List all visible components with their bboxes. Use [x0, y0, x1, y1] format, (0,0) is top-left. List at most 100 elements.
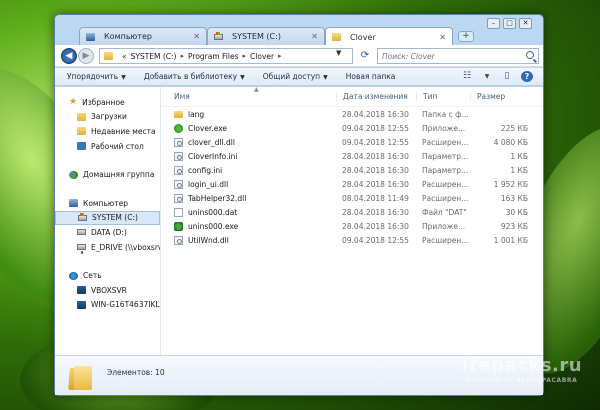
command-bar: Упорядочить ▼ Добавить в библиотеку ▼ Общи…	[55, 68, 543, 86]
network-drive-icon	[77, 244, 86, 255]
sidebar-item-vboxsvr[interactable]: VBOXSVR	[55, 283, 160, 298]
sidebar-item-downloads[interactable]: Загрузки	[55, 110, 160, 125]
chevron-down-icon[interactable]: ▼	[481, 71, 493, 82]
back-button[interactable]: ◀	[61, 48, 77, 64]
help-icon[interactable]: ?	[521, 71, 533, 82]
sidebar-label: SYSTEM (C:)	[92, 213, 138, 223]
file-row[interactable]: config.ini 28.04.2018 16:30 Параметр... 1 К…	[162, 163, 543, 177]
file-row[interactable]: unins000.dat 28.04.2018 16:30 Файл "DAT" 30…	[162, 206, 543, 220]
sidebar-network[interactable]: Сеть	[55, 268, 160, 283]
sidebar-item-data-d[interactable]: DATA (D:)	[55, 225, 160, 240]
column-header-type[interactable]: Тип	[416, 92, 470, 101]
close-icon[interactable]: ✕	[311, 32, 318, 41]
file-name-cell[interactable]: CloverInfo.ini	[162, 151, 336, 161]
search-input[interactable]	[382, 51, 522, 61]
file-date: 28.04.2018 16:30	[342, 109, 409, 119]
refresh-button[interactable]: ⟳	[358, 48, 372, 64]
file-size: 163 КБ	[500, 194, 528, 204]
file-row[interactable]: clover_dll.dll 09.04.2018 12:55 Расширен..…	[162, 135, 543, 149]
organize-button[interactable]: Упорядочить ▼	[67, 72, 126, 81]
chevron-right-icon[interactable]: ▸	[243, 52, 247, 60]
file-size: 1 952 КБ	[493, 180, 528, 190]
address-prefix[interactable]: «	[122, 52, 127, 61]
file-row[interactable]: login_ui.dll 28.04.2018 16:30 Расширен... 1…	[162, 177, 543, 191]
file-row[interactable]: Clover.exe 09.04.2018 12:55 Приложе... 225 …	[162, 121, 543, 135]
close-window-button[interactable]: ✕	[519, 18, 532, 29]
tab-system-c[interactable]: SYSTEM (C:) ✕	[207, 27, 325, 45]
sort-indicator-icon: ▲	[254, 86, 259, 93]
sidebar-item-recent-places[interactable]: Недавние места	[55, 124, 160, 139]
file-name-cell[interactable]: Clover.exe	[162, 123, 336, 133]
add-to-library-button[interactable]: Добавить в библиотеку ▼	[144, 72, 245, 81]
sidebar-computer[interactable]: Компьютер	[55, 196, 160, 211]
address-bar[interactable]: « SYSTEM (C:) ▸ Program Files ▸ Clover ▸	[99, 48, 353, 64]
file-name-cell[interactable]: UtilWnd.dll	[162, 236, 336, 246]
chevron-down-icon[interactable]: ▼	[336, 49, 341, 57]
tab-computer[interactable]: Компьютер ✕	[79, 27, 207, 45]
dll-file-icon	[174, 180, 183, 190]
close-icon[interactable]: ✕	[193, 32, 200, 41]
recent-places-icon	[77, 127, 86, 136]
column-header-name[interactable]: Имя	[162, 92, 336, 101]
file-size: 225 КБ	[500, 123, 528, 133]
minimize-button[interactable]: –	[487, 18, 500, 29]
file-name-cell[interactable]: config.ini	[162, 165, 336, 175]
view-options-icon[interactable]: ☷	[461, 71, 473, 82]
file-date: 09.04.2018 12:55	[342, 137, 409, 147]
sidebar-homegroup[interactable]: Домашняя группа	[55, 167, 160, 182]
file-row[interactable]: UtilWnd.dll 09.04.2018 12:55 Расширен... 1 …	[162, 234, 543, 248]
column-header-date[interactable]: Дата изменения	[336, 92, 416, 101]
file-name-cell[interactable]: login_ui.dll	[162, 180, 336, 190]
file-name: config.ini	[188, 165, 223, 175]
chevron-down-icon: ▼	[240, 74, 245, 81]
file-date: 09.04.2018 12:55	[342, 236, 409, 246]
breadcrumb-program-files[interactable]: Program Files	[188, 52, 239, 61]
close-icon[interactable]: ✕	[439, 33, 446, 42]
tab-label: SYSTEM (C:)	[232, 32, 281, 41]
file-row[interactable]: CloverInfo.ini 28.04.2018 16:30 Параметр..…	[162, 149, 543, 163]
file-name-cell[interactable]: unins000.exe	[162, 222, 336, 232]
sidebar-label: Избранное	[82, 97, 125, 107]
file-name-cell[interactable]: clover_dll.dll	[162, 137, 336, 147]
tab-clover[interactable]: Clover ✕	[325, 27, 453, 46]
tab-bar: Компьютер ✕ SYSTEM (C:) ✕ Clover ✕ + – □…	[55, 15, 543, 46]
file-name-cell[interactable]: lang	[162, 110, 336, 119]
watermark: Irepacks.ru REPACKS BY ELCHUPACABRA	[447, 355, 597, 384]
file-type: Параметр...	[422, 165, 469, 175]
chevron-right-icon[interactable]: ▸	[181, 52, 185, 60]
new-folder-button[interactable]: Новая папка	[346, 72, 396, 81]
dll-file-icon	[174, 236, 183, 246]
breadcrumb-system[interactable]: SYSTEM (C:)	[131, 52, 177, 61]
folder-icon	[104, 52, 113, 60]
file-name: TabHelper32.dll	[188, 194, 247, 204]
file-name-cell[interactable]: TabHelper32.dll	[162, 194, 336, 204]
chevron-right-icon[interactable]: ▸	[278, 52, 282, 60]
file-list: ▲ Имя Дата изменения Тип Размер lang 28.0…	[162, 86, 543, 355]
dat-file-icon	[174, 208, 183, 218]
watermark-main: Irepacks.ru	[461, 355, 583, 376]
search-box[interactable]	[377, 48, 539, 64]
share-button[interactable]: Общий доступ ▼	[263, 72, 328, 81]
sidebar-item-win-pc[interactable]: WIN-G16T4637IKL	[55, 298, 160, 313]
maximize-button[interactable]: □	[503, 18, 516, 29]
sidebar-item-desktop[interactable]: Рабочий стол	[55, 139, 160, 154]
preview-pane-icon[interactable]: ▯	[501, 71, 513, 82]
file-name: CloverInfo.ini	[188, 151, 238, 161]
file-row[interactable]: unins000.exe 28.04.2018 16:30 Приложе... 92…	[162, 220, 543, 234]
breadcrumb-clover[interactable]: Clover	[250, 52, 274, 61]
sidebar-item-e-drive[interactable]: E_DRIVE (\\vboxsrv) (E	[55, 240, 160, 255]
network-icon	[69, 271, 78, 280]
downloads-folder-icon	[77, 112, 86, 121]
homegroup-icon	[69, 170, 78, 179]
sidebar-favorites[interactable]: ★ Избранное	[55, 95, 160, 110]
file-name-cell[interactable]: unins000.dat	[162, 208, 336, 218]
file-date: 28.04.2018 16:30	[342, 222, 409, 232]
column-header-size[interactable]: Размер	[470, 92, 532, 101]
forward-button[interactable]: ▶	[78, 48, 94, 64]
new-tab-button[interactable]: +	[458, 31, 474, 42]
folder-icon	[332, 33, 341, 41]
file-row[interactable]: lang 28.04.2018 16:30 Папка с ф...	[162, 107, 543, 121]
sidebar-item-system-c[interactable]: SYSTEM (C:)	[55, 210, 160, 226]
search-icon[interactable]	[526, 51, 534, 59]
file-row[interactable]: TabHelper32.dll 08.04.2018 11:49 Расширен.…	[162, 192, 543, 206]
